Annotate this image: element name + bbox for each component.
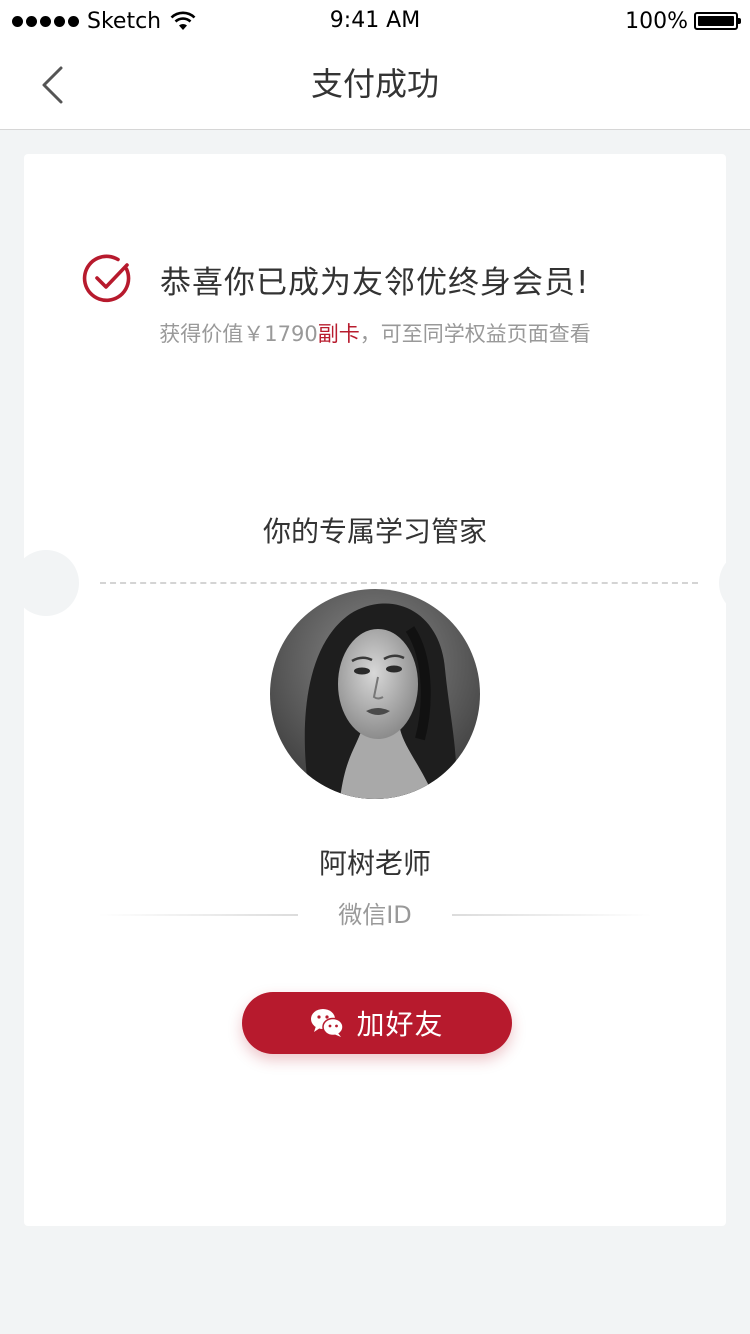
dashed-divider [100,582,698,584]
subtitle-highlight: 副卡 [317,322,360,346]
add-friend-label: 加好友 [356,1008,444,1041]
avatar-image [270,589,480,799]
wechat-icon [311,1009,345,1037]
wechat-id-row: 微信ID [98,898,652,932]
battery-icon [694,12,741,30]
status-bar: Sketch 9:41 AM 100% [0,0,750,40]
status-bar-right: 100% [625,6,741,36]
check-circle-icon [82,254,131,303]
ticket-notch-left [13,550,79,616]
avatar [270,589,480,799]
manager-name: 阿树老师 [318,847,431,880]
add-friend-button[interactable]: 加好友 [242,992,512,1054]
success-message: 恭喜你已成为友邻优终身会员! [82,253,589,305]
ticket-notch-right [719,550,750,616]
subtitle-prefix: 获得价值￥1790 [159,322,318,346]
nav-bar: 支付成功 [0,40,750,130]
manager-heading: 你的专属学习管家 [262,515,487,548]
battery-fill [698,16,734,26]
chevron-left-icon [42,66,63,104]
success-subtitle: 获得价值￥1790副卡，可至同学权益页面查看 [0,318,750,348]
battery-percent: 100% [625,8,688,34]
success-title: 恭喜你已成为友邻优终身会员! [160,264,590,301]
back-button[interactable] [30,60,74,110]
page-title: 支付成功 [310,65,439,103]
subtitle-suffix: ，可至同学权益页面查看 [359,322,591,346]
wechat-id-divider-right [452,914,652,916]
